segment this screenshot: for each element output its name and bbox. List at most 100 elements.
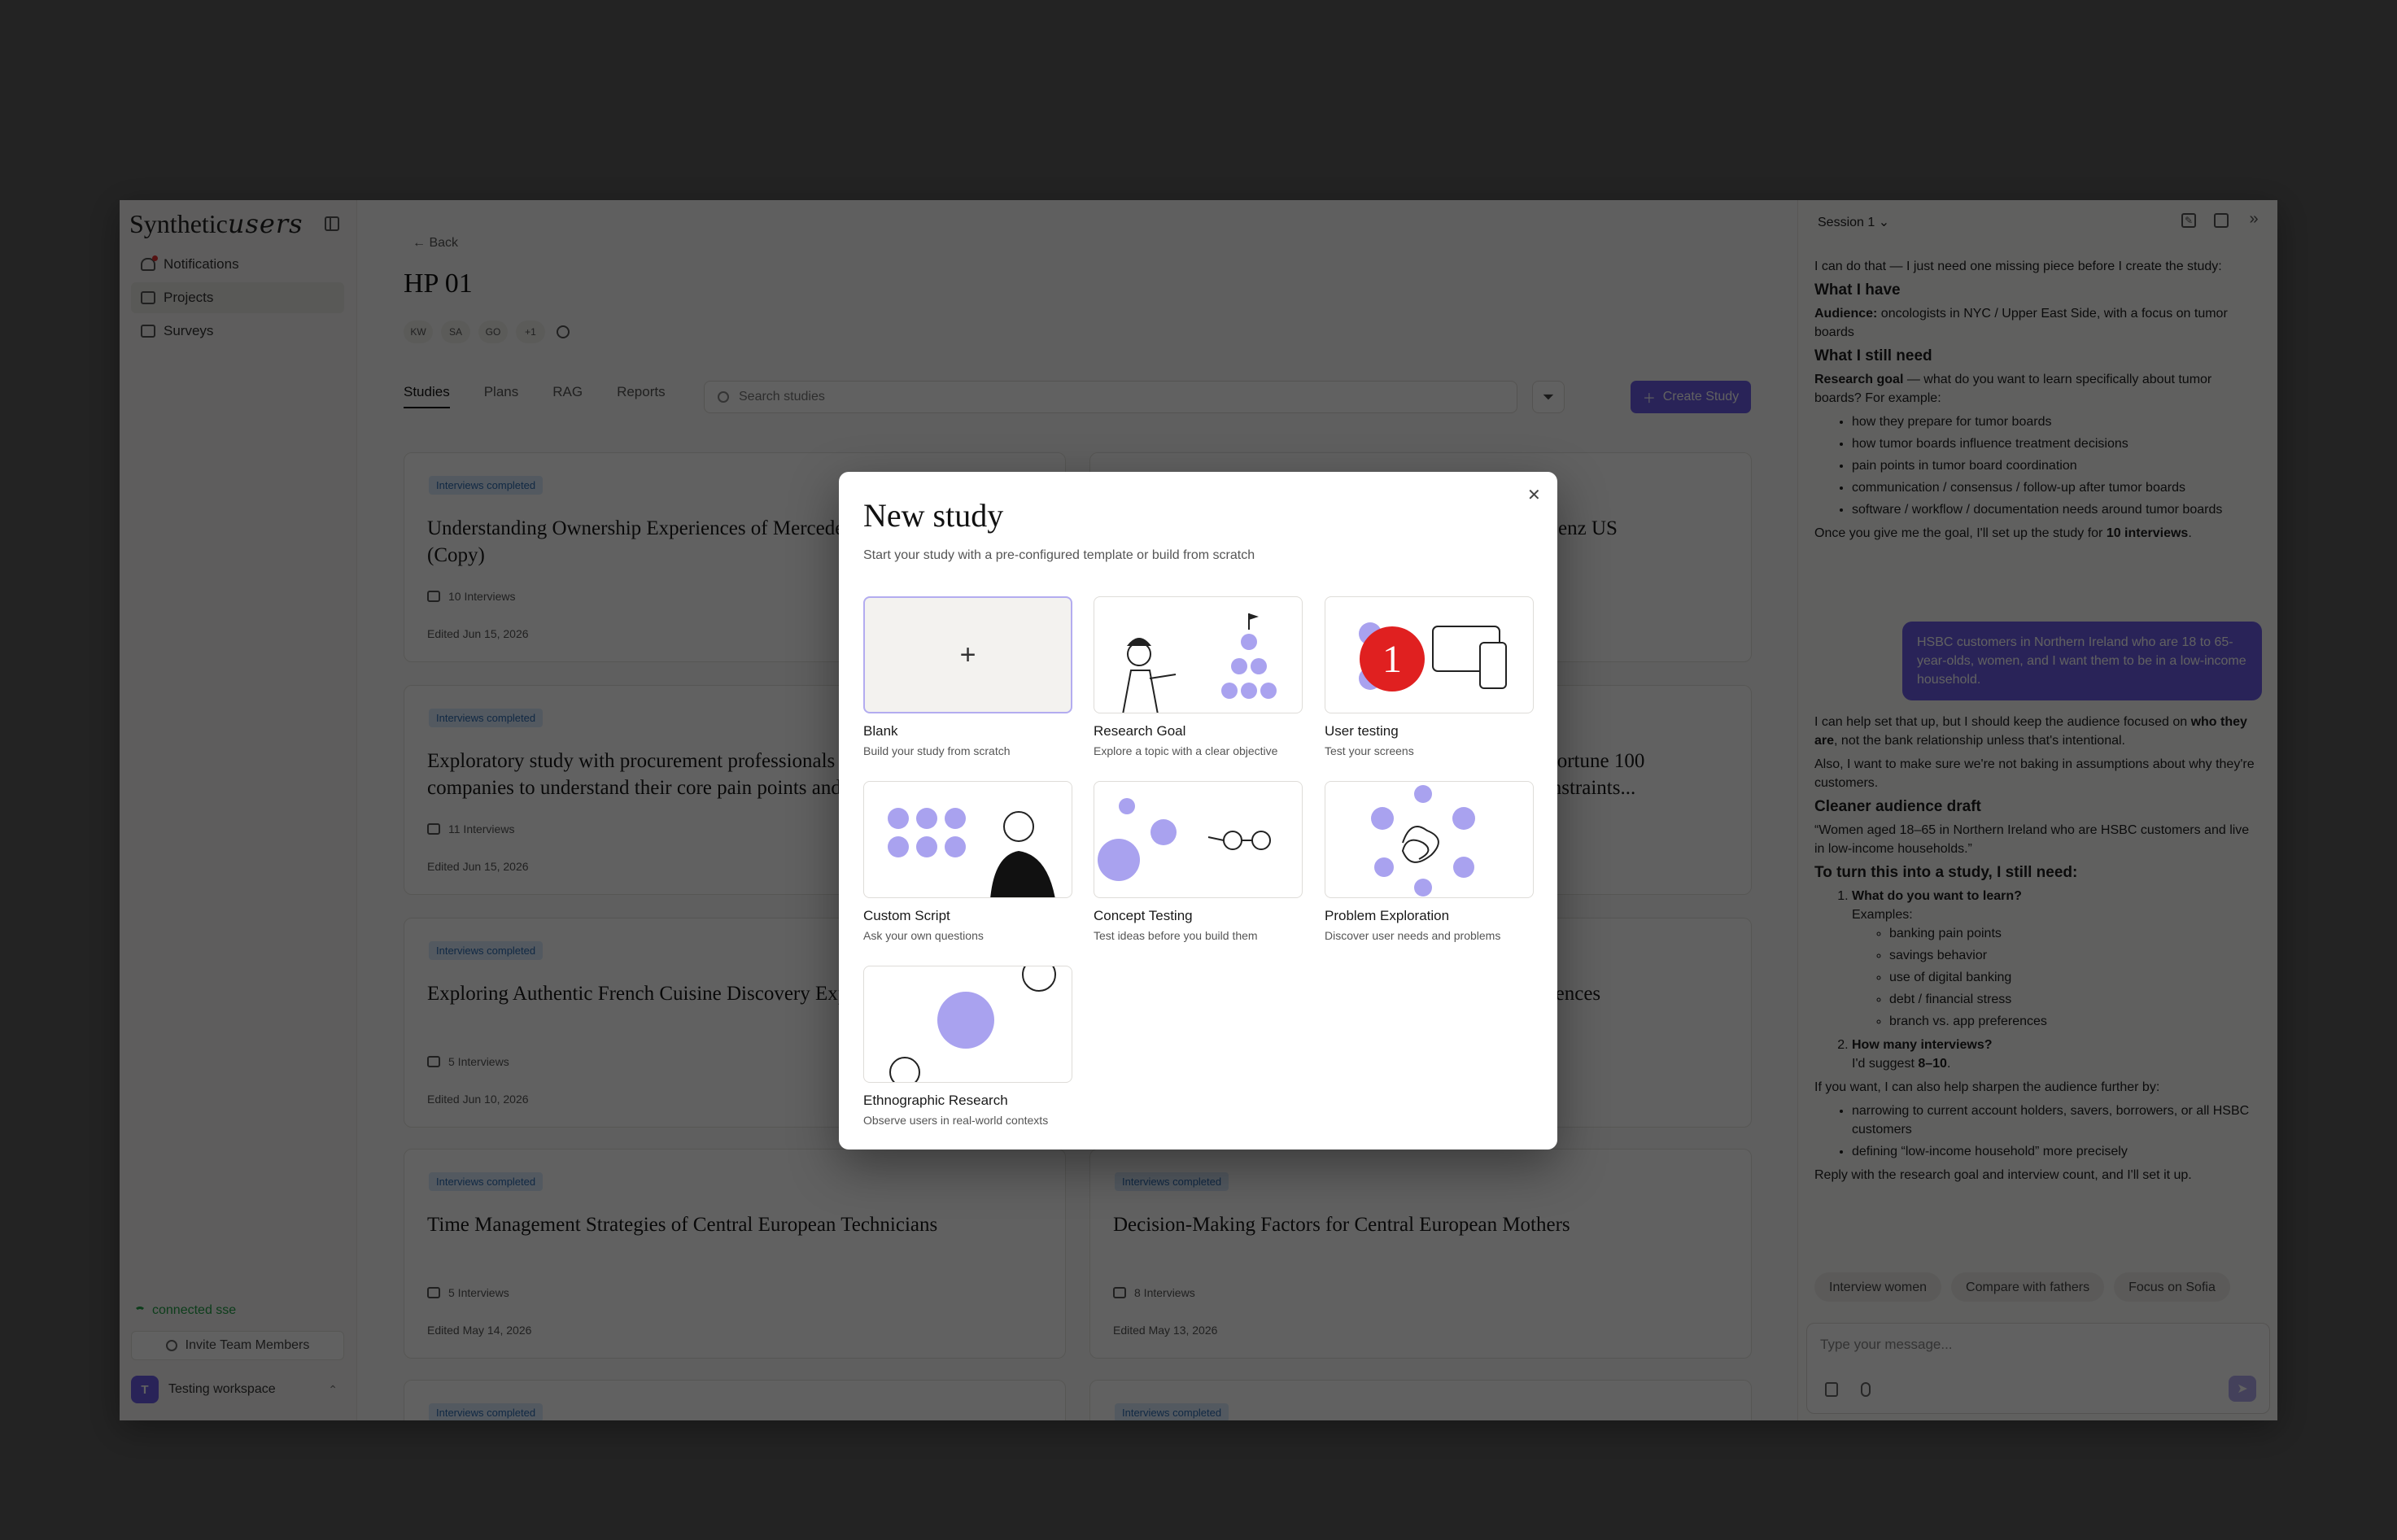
- blank-thumbnail: +: [863, 596, 1072, 713]
- bold-text: 8–10: [1918, 1057, 1947, 1071]
- workspace-avatar: T: [131, 1376, 159, 1403]
- search-input[interactable]: Search studies: [704, 381, 1517, 413]
- tab-rag[interactable]: RAG: [552, 384, 583, 408]
- wifi-icon: [134, 1307, 146, 1315]
- list-item: branch vs. app preferences: [1889, 1012, 2262, 1031]
- collapse-icon[interactable]: »: [2246, 211, 2261, 228]
- suggestion-chip[interactable]: Focus on Sofia: [2114, 1272, 2230, 1302]
- sidebar-item-notifications[interactable]: Notifications: [131, 249, 344, 280]
- study-card[interactable]: Interviews completed Time Management Stra…: [404, 1149, 1066, 1359]
- message-text: Audience: oncologists in NYC / Upper Eas…: [1814, 304, 2262, 342]
- template-problem-exploration[interactable]: Problem Exploration Discover user needs …: [1325, 781, 1534, 942]
- study-card[interactable]: Interviews completed: [404, 1380, 1066, 1420]
- status-badge: Interviews completed: [1115, 1403, 1229, 1420]
- message-text: If you want, I can also help sharpen the…: [1814, 1080, 2160, 1094]
- template-name: Problem Exploration: [1325, 908, 1450, 923]
- clipboard-icon: [141, 325, 155, 338]
- avatar[interactable]: GO: [478, 321, 508, 343]
- search-icon: [718, 391, 729, 403]
- layout-icon[interactable]: [2214, 213, 2229, 228]
- message-heading: What I still need: [1814, 347, 1932, 364]
- template-concept-testing[interactable]: Concept Testing Test ideas before you bu…: [1094, 781, 1303, 942]
- template-user-testing[interactable]: 1 User testing Test your screens: [1325, 596, 1534, 757]
- list-item: use of digital banking: [1889, 968, 2262, 987]
- interview-count: 5 Interviews: [427, 1286, 509, 1299]
- user-message: HSBC customers in Northern Ireland who a…: [1902, 622, 2262, 700]
- logo-text: Synthetic: [129, 209, 228, 238]
- filter-icon: ⏷: [1542, 388, 1555, 405]
- template-research-goal[interactable]: Research Goal Explore a topic with a cle…: [1094, 596, 1303, 757]
- list-item: narrowing to current account holders, sa…: [1852, 1102, 2262, 1139]
- upload-icon[interactable]: [1825, 1382, 1838, 1397]
- message-text: I can help set that up, but I should kee…: [1814, 713, 2262, 750]
- modal-subtitle: Start your study with a pre-configured t…: [863, 548, 1255, 562]
- chat-bubble-icon: [1113, 1287, 1126, 1298]
- template-custom-script[interactable]: Custom Script Ask your own questions: [863, 781, 1072, 942]
- back-link[interactable]: ← Back: [413, 236, 458, 251]
- study-title: Decision-Making Factors for Central Euro…: [1113, 1214, 1570, 1236]
- message-input[interactable]: Type your message...: [1820, 1335, 1953, 1354]
- template-name: Blank: [863, 723, 898, 739]
- create-study-button[interactable]: ＋ Create Study: [1631, 381, 1751, 413]
- list-item: debt / financial stress: [1889, 990, 2262, 1009]
- interview-count-label: 11 Interviews: [448, 822, 515, 835]
- avatar[interactable]: KW: [404, 321, 433, 343]
- edited-date: Edited May 14, 2026: [427, 1324, 532, 1337]
- avatar[interactable]: SA: [441, 321, 470, 343]
- close-icon[interactable]: ✕: [1527, 485, 1541, 505]
- interview-count: 5 Interviews: [427, 1055, 509, 1068]
- chat-bubble-icon: [427, 823, 440, 835]
- inline-text: I can help set that up, but I should kee…: [1814, 715, 2188, 729]
- microphone-icon[interactable]: [1861, 1382, 1871, 1397]
- filter-button[interactable]: ⏷: [1532, 381, 1565, 413]
- list-item: how they prepare for tumor boards: [1852, 412, 2262, 431]
- send-button[interactable]: ➤: [2229, 1376, 2256, 1402]
- list-item: What do you want to learn? Examples: bank…: [1852, 887, 2262, 1031]
- create-study-label: Create Study: [1662, 390, 1740, 404]
- tab-plans[interactable]: Plans: [484, 384, 519, 408]
- study-card[interactable]: Interviews completed: [1089, 1380, 1752, 1420]
- logo-script-text: users: [227, 208, 303, 239]
- requirements-list: What do you want to learn? Examples: bank…: [1852, 887, 2262, 1073]
- list-item: pain points in tumor board coordination: [1852, 456, 2262, 475]
- sidebar-item-projects[interactable]: Projects: [131, 282, 344, 313]
- suggestion-chip[interactable]: Compare with fathers: [1951, 1272, 2105, 1302]
- connection-label: connected sse: [152, 1303, 237, 1317]
- add-member-icon[interactable]: [557, 325, 570, 338]
- list-item: How many interviews?I'd suggest 8–10.: [1852, 1036, 2262, 1073]
- bold-text: Audience:: [1814, 307, 1878, 321]
- suggestion-chip[interactable]: Interview women: [1814, 1272, 1942, 1302]
- modal-title: New study: [863, 497, 1004, 534]
- more-members[interactable]: +1: [516, 321, 545, 343]
- study-card[interactable]: Interviews completed Decision-Making Fact…: [1089, 1149, 1752, 1359]
- session-dropdown[interactable]: Session 1 ⌄: [1818, 213, 1889, 232]
- tab-reports[interactable]: Reports: [617, 384, 666, 408]
- assistant-message: I can do that — I just need one missing …: [1814, 257, 2262, 548]
- workspace-switcher[interactable]: T Testing workspace ⌃: [131, 1372, 344, 1407]
- new-study-modal: New study Start your study with a pre-co…: [839, 472, 1557, 1150]
- edited-date: Edited Jun 15, 2026: [427, 627, 529, 640]
- tab-studies[interactable]: Studies: [404, 384, 450, 408]
- message-composer[interactable]: Type your message... ➤: [1806, 1323, 2270, 1414]
- tab-bar: Studies Plans RAG Reports: [404, 384, 700, 408]
- status-badge: Interviews completed: [429, 1172, 544, 1191]
- chevron-updown-icon: ⌃: [328, 1382, 338, 1396]
- sidebar-toggle-icon[interactable]: [325, 216, 339, 231]
- status-badge: Interviews completed: [429, 476, 544, 495]
- template-ethnographic-research[interactable]: Ethnographic Research Observe users in r…: [863, 966, 1072, 1127]
- edit-icon[interactable]: ✎: [2181, 213, 2196, 228]
- sidebar-item-surveys[interactable]: Surveys: [131, 316, 344, 347]
- logo: Syntheticusers: [129, 208, 303, 239]
- interview-count: 11 Interviews: [427, 822, 514, 835]
- list-item: how tumor boards influence treatment dec…: [1852, 434, 2262, 453]
- message-text: Once you give me the goal, I'll set up t…: [1814, 526, 2192, 540]
- template-desc: Test ideas before you build them: [1094, 929, 1258, 942]
- sidebar-item-label: Notifications: [164, 256, 239, 272]
- connection-status: connected sse: [134, 1303, 236, 1318]
- template-name: Concept Testing: [1094, 908, 1193, 923]
- edited-date: Edited Jun 15, 2026: [427, 860, 529, 873]
- sharpen-list: narrowing to current account holders, sa…: [1852, 1102, 2262, 1161]
- q1-examples: banking pain points savings behavior use…: [1889, 924, 2262, 1031]
- invite-team-button[interactable]: Invite Team Members: [131, 1331, 344, 1360]
- template-blank[interactable]: + Blank Build your study from scratch: [863, 596, 1072, 757]
